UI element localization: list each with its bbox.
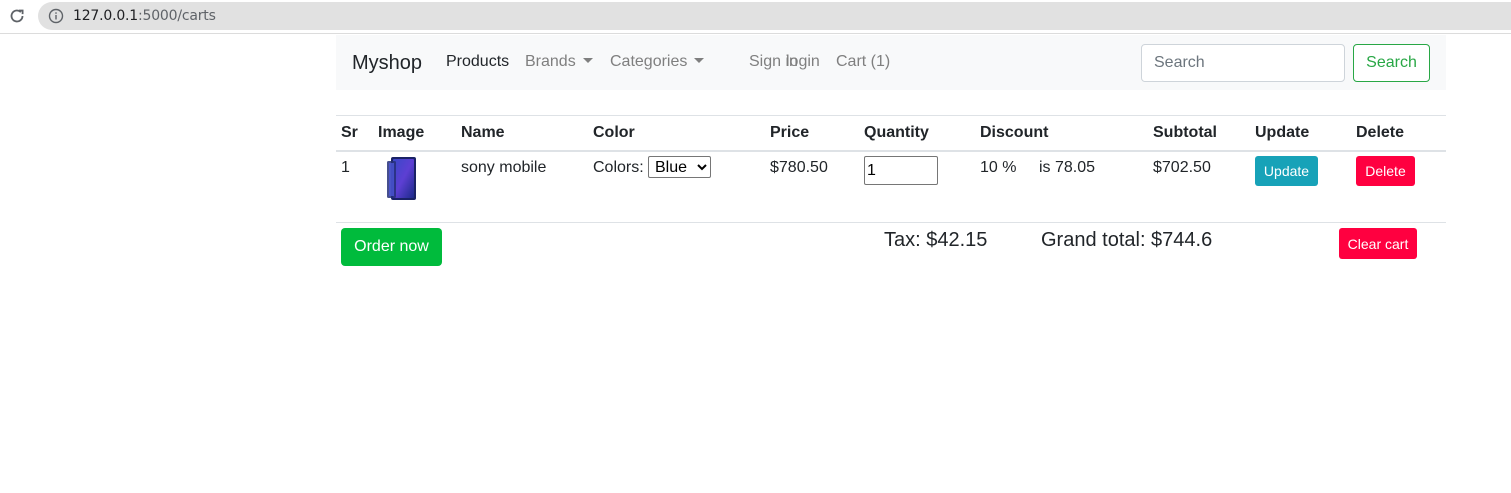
cell-subtotal: $702.50 [1153, 159, 1211, 176]
cell-color-label: Colors: [593, 159, 644, 176]
cell-sr: 1 [341, 159, 350, 176]
cell-price: $780.50 [770, 159, 828, 176]
url-path: :5000/carts [138, 8, 216, 24]
tax-total: Tax: $42.15 [884, 229, 988, 251]
header-color: Color [593, 124, 635, 141]
header-quantity: Quantity [864, 124, 929, 141]
order-now-button[interactable]: Order now [341, 228, 442, 266]
search-input[interactable] [1141, 44, 1345, 82]
browser-toolbar: 127.0.0.1:5000/carts [0, 0, 1511, 34]
quantity-input[interactable] [864, 156, 938, 185]
nav-brands-dropdown[interactable]: Brands [525, 53, 593, 71]
phone-icon [387, 157, 416, 200]
header-subtotal: Subtotal [1153, 124, 1217, 141]
update-button[interactable]: Update [1255, 156, 1318, 186]
url-host: 127.0.0.1 [73, 8, 138, 24]
nav-brands-label: Brands [525, 53, 576, 70]
cell-name: sony mobile [461, 159, 547, 176]
address-bar[interactable]: 127.0.0.1:5000/carts [38, 2, 1511, 30]
url-text: 127.0.0.1:5000/carts [73, 8, 216, 24]
info-icon[interactable] [48, 8, 64, 24]
header-sr: Sr [341, 124, 358, 141]
clear-cart-button[interactable]: Clear cart [1339, 228, 1417, 259]
grand-total: Grand total: $744.6 [1041, 229, 1213, 251]
header-name: Name [461, 124, 505, 141]
header-price: Price [770, 124, 810, 141]
header-bottom-border [336, 150, 1446, 152]
header-delete: Delete [1356, 124, 1405, 141]
cell-discount-amount: is 78.05 [1039, 159, 1096, 176]
search-button[interactable]: Search [1353, 44, 1430, 82]
nav-categories-label: Categories [610, 53, 688, 70]
header-discount: Discount [980, 124, 1049, 141]
nav-products[interactable]: Products [446, 53, 509, 71]
reload-icon[interactable] [8, 7, 26, 25]
header-image: Image [378, 124, 425, 141]
navbar: Myshop Products Brands Categories Sign i… [336, 35, 1446, 90]
nav-login[interactable]: login [786, 53, 820, 71]
table-top-border [336, 115, 1446, 116]
chevron-down-icon [582, 58, 593, 63]
header-update: Update [1255, 124, 1310, 141]
chevron-down-icon [694, 58, 705, 63]
delete-button[interactable]: Delete [1356, 156, 1415, 186]
color-select[interactable]: Blue [648, 156, 711, 178]
nav-categories-dropdown[interactable]: Categories [610, 53, 705, 71]
row-divider [336, 222, 1446, 223]
nav-cart[interactable]: Cart (1) [836, 53, 890, 71]
cell-discount-percent: 10 % [980, 159, 1017, 176]
brand-logo[interactable]: Myshop [352, 52, 422, 75]
